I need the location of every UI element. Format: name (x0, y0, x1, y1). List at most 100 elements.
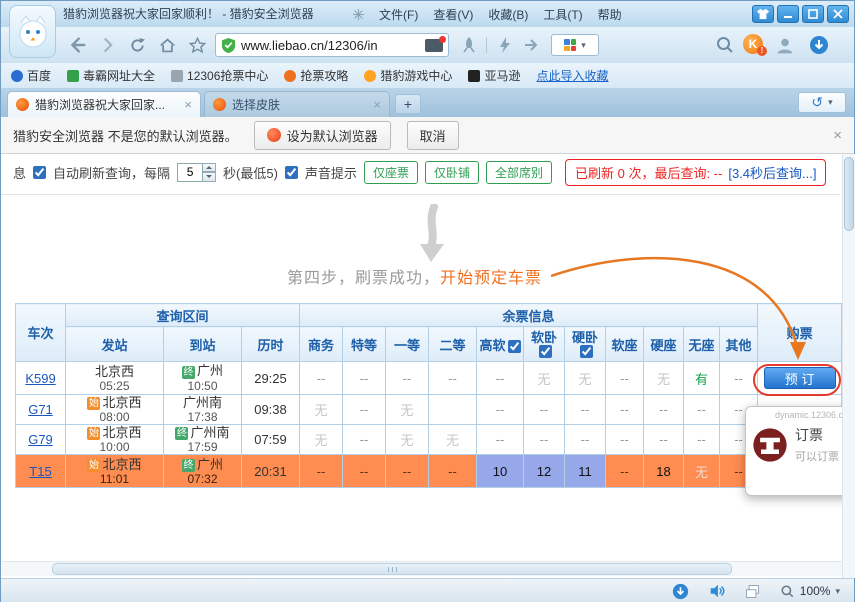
security-shield-icon[interactable] (221, 37, 236, 54)
auto-refresh-bar: 息 自动刷新查询，每隔 秒(最低5) 声音提示 仅座票 仅卧铺 全部席别 已刷新… (13, 160, 826, 184)
bookmark-favicon (284, 70, 296, 82)
tab-skin-picker[interactable]: 选择皮肤 × (204, 91, 390, 117)
seat-cell: -- (477, 362, 524, 395)
bookmark-12306-center[interactable]: 12306抢票中心 (171, 67, 268, 84)
chevron-down-icon[interactable]: ▾ (835, 586, 840, 597)
seat-cell: -- (565, 425, 606, 455)
train-link[interactable]: T15 (29, 464, 51, 479)
skin-button[interactable] (752, 5, 774, 23)
horizontal-scrollbar[interactable] (2, 561, 842, 576)
speed-bolt-icon[interactable] (495, 35, 515, 55)
bookmark-duba[interactable]: 毒霸网址大全 (67, 67, 155, 84)
ticket-rush-rocket-icon[interactable] (459, 35, 479, 55)
import-favorites-link[interactable]: 点此导入收藏 (536, 67, 608, 84)
tab-active[interactable]: 猎豹浏览器祝大家回家... × (7, 91, 201, 117)
auto-refresh-label: 自动刷新查询，每隔 (53, 163, 170, 182)
account-person-icon[interactable] (775, 35, 795, 55)
sound-alert-label: 声音提示 (305, 163, 357, 182)
bookmark-favicon (67, 70, 79, 82)
favorites-star-button[interactable] (185, 33, 209, 57)
seat-cell: 无 (429, 425, 477, 455)
interval-input[interactable] (177, 163, 203, 182)
menu-tools[interactable]: 工具(T) (543, 6, 582, 23)
reopen-closed-tab-button[interactable]: ↺▾ (798, 92, 846, 113)
chevron-down-icon[interactable]: ▾ (828, 97, 833, 108)
header-query-range: 查询区间 (66, 304, 300, 327)
china-railway-logo-icon (752, 427, 788, 463)
address-bar[interactable]: www.liebao.cn/12306/in (215, 33, 449, 57)
menu-help[interactable]: 帮助 (598, 6, 622, 23)
refresh-status-box: 已刷新 0 次，最后查询: -- [3.4秒后查询...] (565, 159, 826, 186)
seat-cell: -- (524, 395, 565, 425)
maximize-button[interactable] (802, 5, 824, 23)
search-icon[interactable] (715, 35, 735, 55)
cascade-windows-icon[interactable] (744, 582, 762, 600)
tab-close-icon[interactable]: × (184, 97, 192, 112)
stepper-up-icon[interactable] (203, 163, 216, 173)
undo-icon: ↺ (811, 94, 823, 111)
tab-favicon (213, 98, 226, 111)
stepper-down-icon[interactable] (203, 172, 216, 182)
close-button[interactable] (827, 5, 849, 23)
col-arrive-station: 到站 (164, 327, 242, 362)
set-default-browser-button[interactable]: 设为默认浏览器 (254, 121, 391, 150)
table-row: G79 始北京西10:00 终广州南17:59 07:59 无 -- 无 无 -… (16, 425, 842, 455)
close-notification-icon[interactable]: × (833, 127, 842, 144)
refresh-button[interactable] (125, 33, 149, 57)
menu-file[interactable]: 文件(F) (379, 6, 418, 23)
status-bar: 100% ▾ (1, 578, 854, 602)
cancel-button[interactable]: 取消 (407, 121, 459, 150)
seat-cell-available: 10 (477, 455, 524, 488)
vertical-scrollbar-thumb[interactable] (844, 157, 854, 231)
kingsoft-badge-icon[interactable]: K (743, 34, 763, 54)
bookmark-game-center[interactable]: 猎豹游戏中心 (364, 67, 452, 84)
window-title: 猎豹浏览器祝大家回家顺利！ - 猎豹安全浏览器 (63, 1, 314, 27)
auto-refresh-checkbox[interactable] (33, 166, 46, 179)
go-arrow-icon[interactable] (521, 35, 541, 55)
horizontal-scrollbar-thumb[interactable] (52, 563, 732, 575)
back-button[interactable] (65, 33, 89, 57)
apps-dropdown[interactable]: ▾ (551, 34, 599, 56)
seat-cell: -- (477, 425, 524, 455)
browser-logo[interactable] (9, 5, 56, 58)
deluxe-soft-checkbox[interactable] (508, 340, 521, 353)
url-text: www.liebao.cn/12306/in (241, 38, 420, 53)
new-tab-button[interactable]: + (395, 94, 421, 114)
scrollbar-grip-icon (388, 567, 397, 572)
train-link[interactable]: G79 (28, 432, 53, 447)
seat-cell: -- (477, 395, 524, 425)
download-manager-icon[interactable] (809, 35, 829, 55)
snapshot-icon[interactable] (425, 39, 443, 52)
vertical-scrollbar[interactable] (842, 154, 855, 578)
zoom-control[interactable]: 100% ▾ (780, 584, 840, 599)
start-tag: 始 (87, 427, 100, 440)
seat-cell: -- (606, 455, 644, 488)
train-link[interactable]: K599 (25, 371, 55, 386)
interval-stepper (177, 163, 216, 182)
sleeper-only-button[interactable]: 仅卧铺 (425, 161, 479, 184)
seat-cell: -- (684, 425, 720, 455)
sound-alert-checkbox[interactable] (285, 166, 298, 179)
train-link[interactable]: G71 (28, 402, 53, 417)
seat-only-button[interactable]: 仅座票 (364, 161, 418, 184)
seat-cell: -- (644, 425, 684, 455)
seat-cell: -- (606, 395, 644, 425)
menu-favorites[interactable]: 收藏(B) (488, 6, 528, 23)
countdown-text: [3.4秒后查询...] (728, 163, 816, 182)
bookmark-amazon[interactable]: 亚马逊 (468, 67, 520, 84)
all-classes-button[interactable]: 全部席别 (486, 161, 552, 184)
seat-cell: -- (343, 395, 386, 425)
home-button[interactable] (155, 33, 179, 57)
download-status-icon[interactable] (672, 582, 690, 600)
forward-button[interactable] (95, 33, 119, 57)
booking-status-popup: dynamic.12306.cn 订票 可以订票 (745, 406, 842, 496)
seat-cell: -- (343, 362, 386, 395)
speaker-icon[interactable] (708, 582, 726, 600)
tab-close-icon[interactable]: × (373, 97, 381, 112)
menu-view[interactable]: 查看(V) (433, 6, 473, 23)
bookmark-baidu[interactable]: 百度 (11, 67, 51, 84)
minimize-button[interactable] (777, 5, 799, 23)
terminal-tag: 终 (175, 427, 188, 440)
chevron-down-icon: ▾ (581, 40, 586, 51)
bookmark-ticket-guide[interactable]: 抢票攻略 (284, 67, 348, 84)
